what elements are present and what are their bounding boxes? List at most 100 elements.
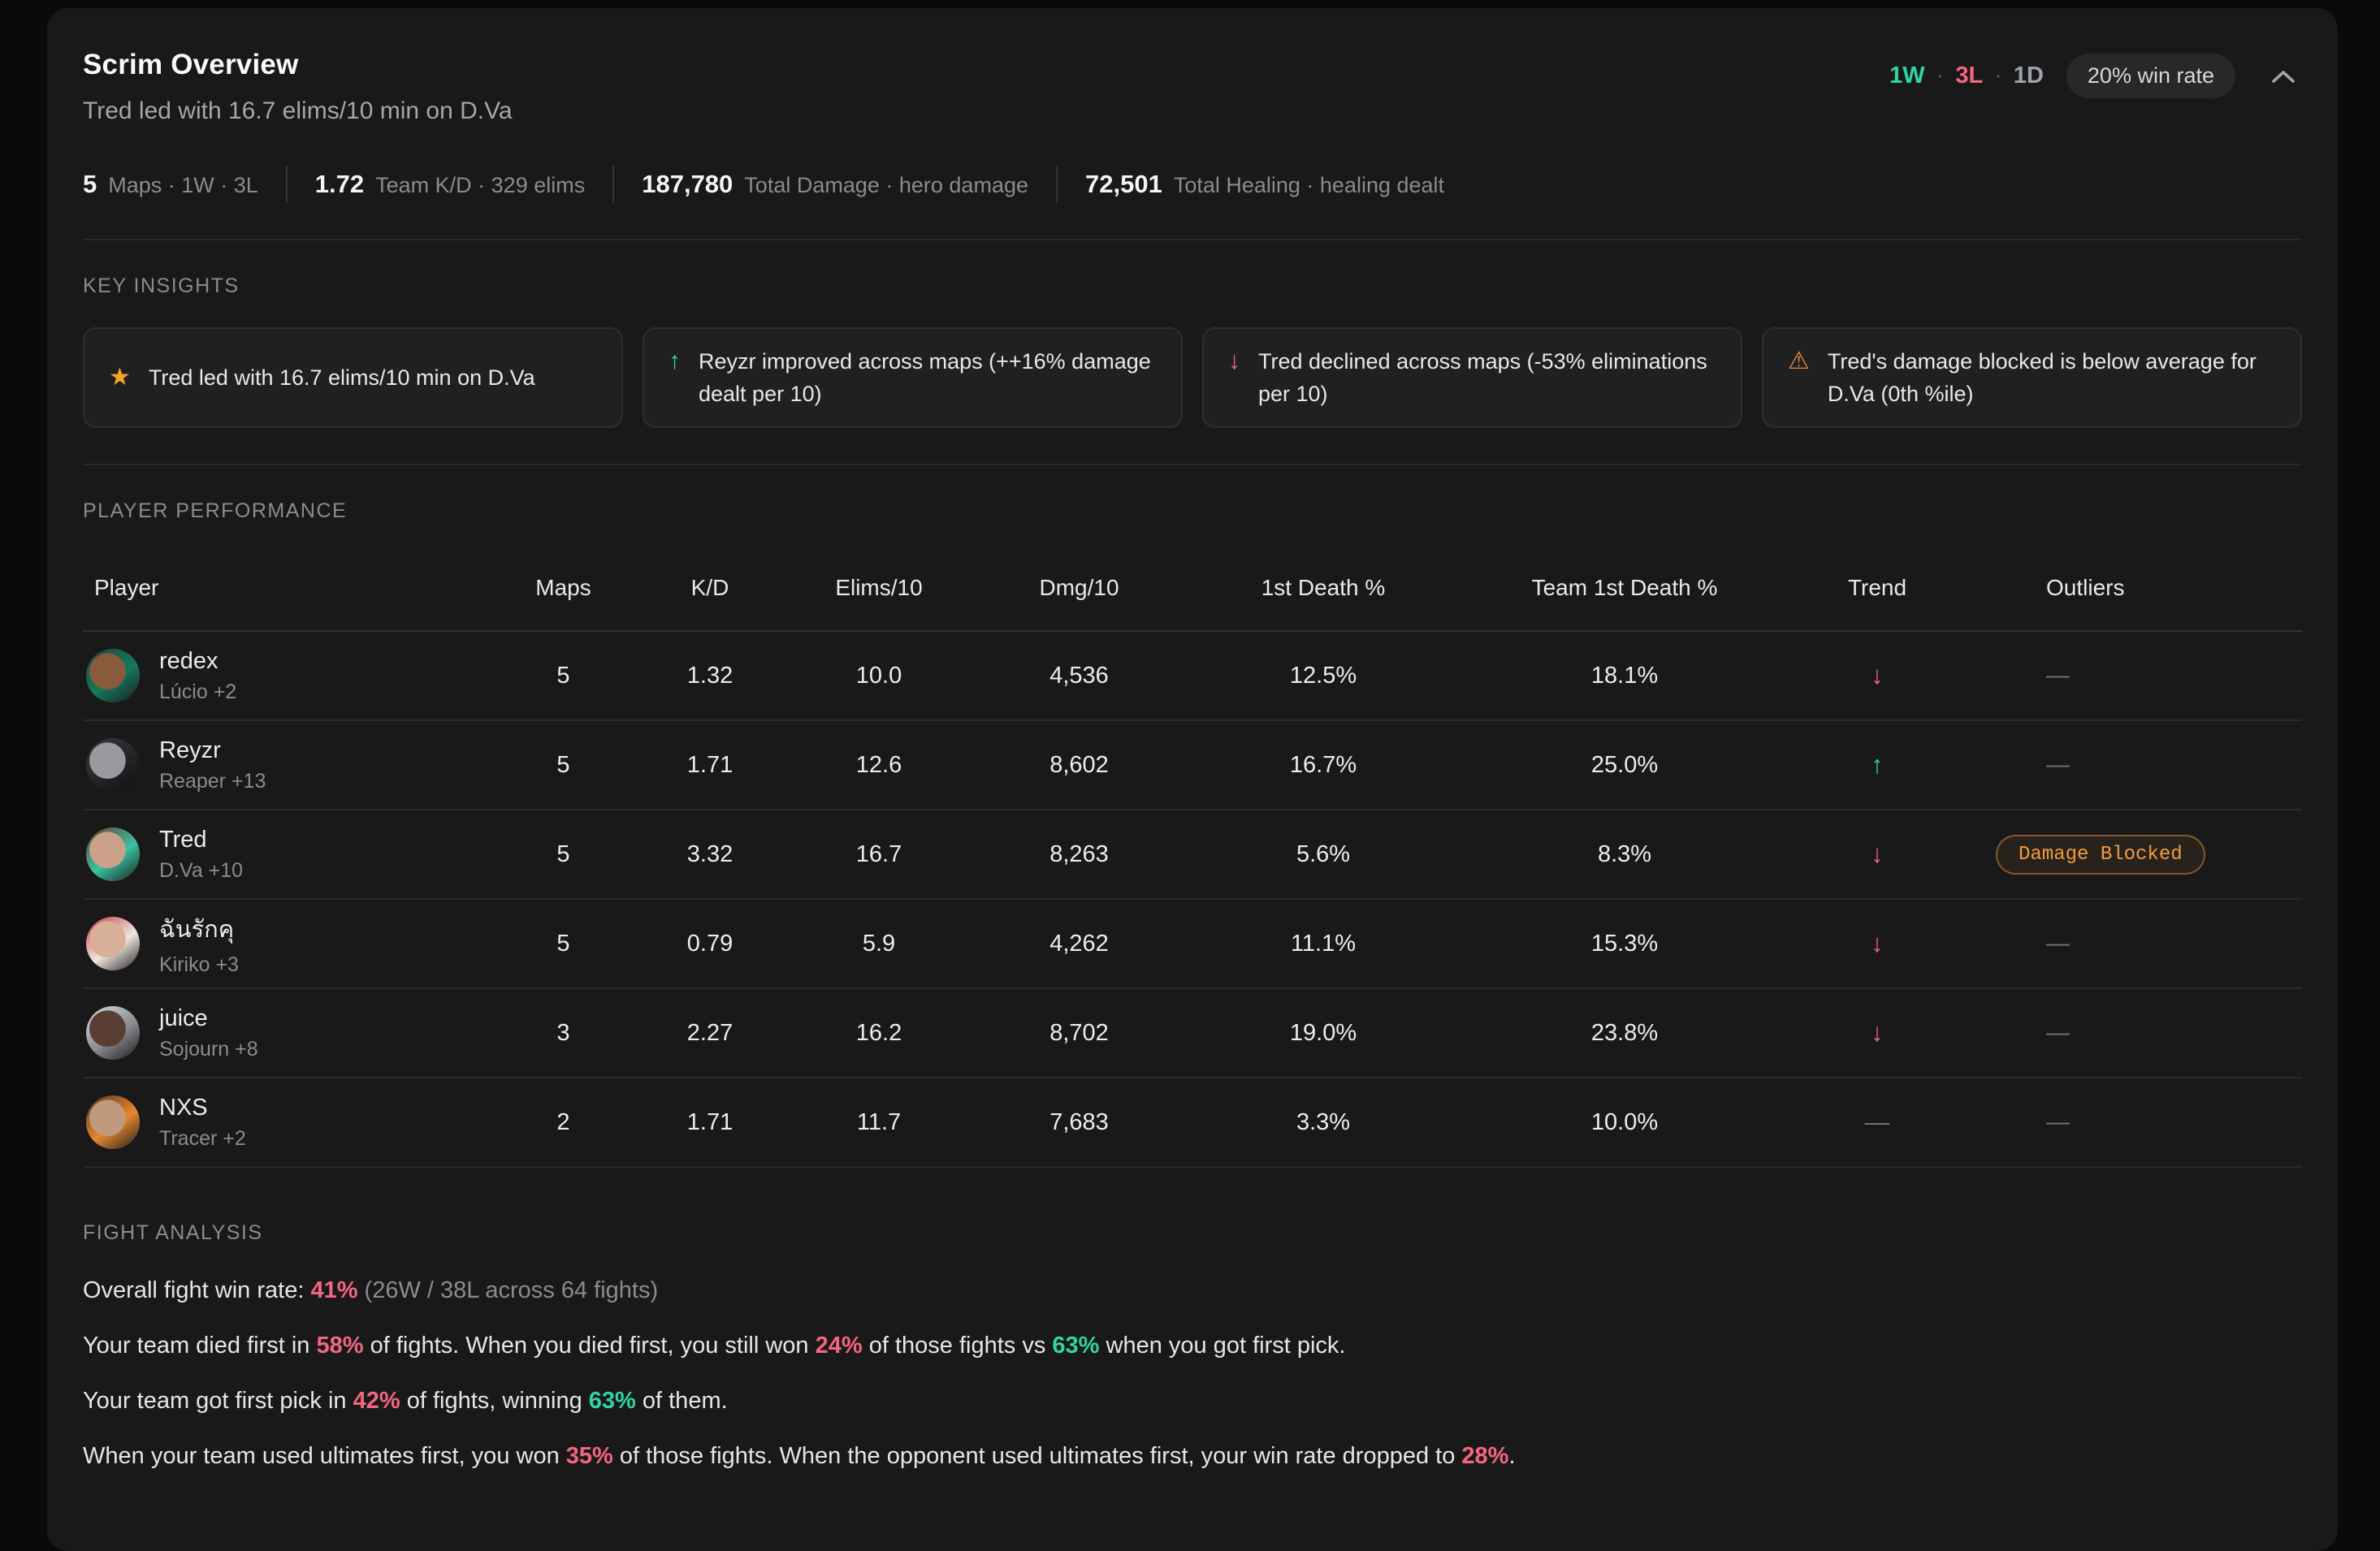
player-name: Tred (159, 827, 243, 853)
first-death-cell: 3.3% (1187, 1109, 1460, 1136)
column-header-player: Player (83, 557, 493, 630)
win-rate-badge: 20% win rate (2066, 54, 2235, 98)
stat-team-kd: 1.72 Team K/D · 329 elims (315, 170, 585, 199)
stat-total-damage-value: 187,780 (642, 170, 733, 199)
maps-cell: 2 (493, 1109, 634, 1136)
first-death-cell: 12.5% (1187, 663, 1460, 689)
stat-maps-value: 5 (83, 170, 97, 199)
kd-cell: 0.79 (634, 931, 786, 957)
kd-cell: 3.32 (634, 841, 786, 868)
team-first-death-cell: 18.1% (1460, 663, 1789, 689)
player-heroes: Lúcio +2 (159, 680, 236, 704)
trend-arrow-icon: ↓ (1789, 840, 1965, 869)
section-divider (83, 464, 2302, 465)
stat-maps: 5 Maps · 1W · 3L (83, 170, 258, 199)
table-body: redex Lúcio +2 5 1.32 10.0 4,536 12.5% 1… (83, 630, 2302, 1168)
scrim-overview-card: Scrim Overview Tred led with 16.7 elims/… (47, 8, 2338, 1551)
star-icon: ★ (109, 361, 131, 394)
insight-text: Tred led with 16.7 elims/10 min on D.Va (149, 361, 535, 394)
first-death-cell: 11.1% (1187, 931, 1460, 957)
player-cell: Reyzr Reaper +13 (83, 737, 493, 793)
player-heroes: Sojourn +8 (159, 1038, 258, 1061)
outliers-cell: — (1965, 663, 2300, 689)
section-divider (83, 239, 2302, 240)
column-header-dmg10: Dmg/10 (971, 557, 1187, 630)
outliers-cell: — (1965, 1020, 2300, 1047)
insight-card-declined: ↓ Tred declined across maps (-53% elimin… (1202, 327, 1742, 428)
dmg10-cell: 8,702 (971, 1020, 1187, 1047)
player-name: Reyzr (159, 737, 266, 764)
fight-analysis-line: Your team died first in 58% of fights. W… (83, 1329, 2302, 1362)
header-left: Scrim Overview Tred led with 16.7 elims/… (83, 49, 513, 125)
insight-text: Reyzr improved across maps (++16% damage… (699, 345, 1157, 410)
table-row: redex Lúcio +2 5 1.32 10.0 4,536 12.5% 1… (83, 630, 2302, 719)
elims10-cell: 5.9 (786, 931, 971, 957)
team-first-death-cell: 23.8% (1460, 1020, 1789, 1047)
outliers-cell: — (1965, 752, 2300, 779)
avatar (86, 1095, 140, 1149)
table-bottom-border (83, 1166, 2302, 1168)
page-subtitle: Tred led with 16.7 elims/10 min on D.Va (83, 97, 513, 125)
fight-analysis-line: When your team used ultimates first, you… (83, 1440, 2302, 1472)
insight-text: Tred's damage blocked is below average f… (1828, 345, 2276, 410)
elims10-cell: 10.0 (786, 663, 971, 689)
fight-analysis-line: Your team got first pick in 42% of fight… (83, 1385, 2302, 1417)
record-draws: 1D (2014, 63, 2044, 89)
trend-arrow-icon: ↓ (1789, 661, 1965, 690)
table-row: Tred D.Va +10 5 3.32 16.7 8,263 5.6% 8.3… (83, 809, 2302, 898)
player-name: juice (159, 1005, 258, 1032)
column-header-elims10: Elims/10 (786, 557, 971, 630)
warning-icon: ⚠ (1788, 345, 1810, 378)
column-header-trend: Trend (1789, 557, 1965, 630)
summary-stats-row: 5 Maps · 1W · 3L 1.72 Team K/D · 329 eli… (83, 166, 2302, 203)
avatar (86, 738, 140, 792)
dmg10-cell: 8,263 (971, 841, 1187, 868)
stat-total-damage: 187,780 Total Damage · hero damage (642, 170, 1028, 199)
elims10-cell: 16.2 (786, 1020, 971, 1047)
stat-divider (286, 166, 288, 203)
table-row: NXS Tracer +2 2 1.71 11.7 7,683 3.3% 10.… (83, 1077, 2302, 1166)
trend-up-icon: ↑ (669, 345, 681, 378)
first-death-cell: 19.0% (1187, 1020, 1460, 1047)
fight-analysis-section-label: FIGHT ANALYSIS (83, 1221, 2302, 1245)
outlier-badge: Damage Blocked (1996, 835, 2205, 875)
player-name: NXS (159, 1095, 246, 1121)
avatar (86, 917, 140, 970)
fight-analysis: Overall fight win rate: 41% (26W / 38L a… (83, 1274, 2302, 1472)
column-header-kd: K/D (634, 557, 786, 630)
avatar (86, 1006, 140, 1060)
collapse-chevron-icon[interactable] (2265, 60, 2302, 93)
page-title: Scrim Overview (83, 49, 513, 81)
elims10-cell: 16.7 (786, 841, 971, 868)
record-wins: 1W (1889, 63, 1925, 89)
stat-team-kd-value: 1.72 (315, 170, 364, 199)
outliers-cell: Damage Blocked (1965, 835, 2300, 875)
player-cell: ฉันรักคุ Kiriko +3 (83, 910, 493, 977)
stat-maps-label: Maps · 1W · 3L (108, 173, 258, 198)
insight-text: Tred declined across maps (-53% eliminat… (1258, 345, 1716, 410)
record-losses: 3L (1955, 63, 1983, 89)
team-first-death-cell: 25.0% (1460, 752, 1789, 779)
table-row: juice Sojourn +8 3 2.27 16.2 8,702 19.0%… (83, 987, 2302, 1077)
elims10-cell: 11.7 (786, 1109, 971, 1136)
stat-total-damage-label: Total Damage · hero damage (744, 173, 1028, 198)
column-header-first-death: 1st Death % (1187, 557, 1460, 630)
table-header-row: Player Maps K/D Elims/10 Dmg/10 1st Deat… (83, 557, 2302, 630)
trend-arrow-icon: ↓ (1789, 1018, 1965, 1048)
insight-card-top-performer: ★ Tred led with 16.7 elims/10 min on D.V… (83, 327, 623, 428)
trend-arrow-icon: ↑ (1789, 750, 1965, 780)
kd-cell: 1.32 (634, 663, 786, 689)
fight-analysis-line: Overall fight win rate: 41% (26W / 38L a… (83, 1274, 2302, 1307)
player-cell: Tred D.Va +10 (83, 827, 493, 883)
header-right: 1W · 3L · 1D 20% win rate (1889, 54, 2302, 98)
stat-team-kd-label: Team K/D · 329 elims (375, 173, 585, 198)
trend-arrow-icon: — (1789, 1108, 1965, 1137)
player-cell: juice Sojourn +8 (83, 1005, 493, 1061)
first-death-cell: 16.7% (1187, 752, 1460, 779)
dmg10-cell: 4,262 (971, 931, 1187, 957)
card-header: Scrim Overview Tred led with 16.7 elims/… (83, 49, 2302, 125)
player-heroes: Tracer +2 (159, 1127, 246, 1151)
player-name: redex (159, 648, 236, 675)
stat-total-healing-value: 72,501 (1085, 170, 1162, 199)
stat-total-healing: 72,501 Total Healing · healing dealt (1085, 170, 1444, 199)
